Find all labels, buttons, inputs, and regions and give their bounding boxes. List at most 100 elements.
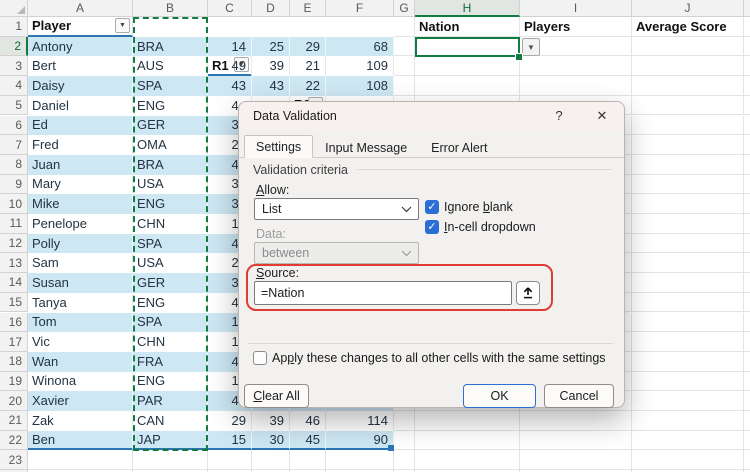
cell-B22[interactable]: JAP — [133, 431, 208, 451]
cell-J6[interactable] — [632, 116, 744, 136]
cell-D4[interactable]: 43 — [252, 76, 290, 96]
cell-J8[interactable] — [632, 155, 744, 175]
cell-B12[interactable]: SPA — [133, 234, 208, 254]
cell-K13[interactable] — [744, 253, 750, 273]
cell-J11[interactable] — [632, 214, 744, 234]
cell-K23[interactable] — [744, 450, 750, 470]
cancel-button[interactable]: Cancel — [544, 384, 614, 408]
cell-G2[interactable] — [394, 37, 415, 57]
cell-A8[interactable]: Juan — [28, 155, 133, 175]
cell-F22[interactable]: 90 — [326, 431, 394, 451]
row-header-13[interactable]: 13 — [0, 253, 28, 273]
cell-A6[interactable]: Ed — [28, 116, 133, 136]
row-header-21[interactable]: 21 — [0, 411, 28, 431]
cell-G4[interactable] — [394, 76, 415, 96]
cell-A13[interactable]: Sam — [28, 253, 133, 273]
row-header-9[interactable]: 9 — [0, 175, 28, 195]
row-header-11[interactable]: 11 — [0, 214, 28, 234]
cell-A19[interactable]: Winona — [28, 372, 133, 392]
cell-K9[interactable] — [744, 175, 750, 195]
cell-K2[interactable] — [744, 37, 750, 57]
cell-B13[interactable]: USA — [133, 253, 208, 273]
cell-B3[interactable]: AUS — [133, 56, 208, 76]
cell-K3[interactable] — [744, 56, 750, 76]
ignore-blank-checkbox[interactable]: ✓ — [425, 200, 439, 214]
cell-C2[interactable]: 14 — [208, 37, 252, 57]
cell-C3[interactable]: 49 — [208, 56, 252, 76]
row-header-18[interactable]: 18 — [0, 352, 28, 372]
cell-B2[interactable]: BRA — [133, 37, 208, 57]
cell-J3[interactable] — [632, 56, 744, 76]
cell-J17[interactable] — [632, 332, 744, 352]
cell-F4[interactable]: 108 — [326, 76, 394, 96]
cell-B17[interactable]: CHN — [133, 332, 208, 352]
row-header-17[interactable]: 17 — [0, 332, 28, 352]
collapse-dialog-button[interactable] — [516, 281, 540, 305]
cell-C22[interactable]: 15 — [208, 431, 252, 451]
cell-A16[interactable]: Tom — [28, 313, 133, 333]
column-header-F[interactable]: F — [326, 0, 394, 17]
cell-E22[interactable]: 45 — [290, 431, 326, 451]
column-header-B[interactable]: B — [133, 0, 208, 17]
cell-J22[interactable] — [632, 431, 744, 451]
cell-A10[interactable]: Mike — [28, 194, 133, 214]
cell-J9[interactable] — [632, 175, 744, 195]
column-header-E[interactable]: E — [290, 0, 326, 17]
cell-A15[interactable]: Tanya — [28, 293, 133, 313]
column-header-sliver[interactable] — [744, 0, 750, 17]
cell-A14[interactable]: Susan — [28, 273, 133, 293]
cell-K18[interactable] — [744, 352, 750, 372]
cell-B20[interactable]: PAR — [133, 391, 208, 411]
cell-K10[interactable] — [744, 194, 750, 214]
select-all-corner[interactable] — [0, 0, 28, 17]
cell-F2[interactable]: 68 — [326, 37, 394, 57]
cell-B5[interactable]: ENG — [133, 96, 208, 116]
cell-J18[interactable] — [632, 352, 744, 372]
cell-K22[interactable] — [744, 431, 750, 451]
column-header-D[interactable]: D — [252, 0, 290, 17]
cell-K8[interactable] — [744, 155, 750, 175]
help-icon[interactable]: ? — [549, 102, 569, 130]
row-header-3[interactable]: 3 — [0, 56, 28, 76]
in-cell-dropdown-checkbox[interactable]: ✓ — [425, 220, 439, 234]
selected-cell-H2[interactable] — [415, 37, 520, 58]
cell-A7[interactable]: Fred — [28, 135, 133, 155]
cell-G22[interactable] — [394, 431, 415, 451]
cell-B21[interactable]: CAN — [133, 411, 208, 431]
cell-D21[interactable]: 39 — [252, 411, 290, 431]
cell-K6[interactable] — [744, 116, 750, 136]
cell-H3[interactable] — [415, 56, 520, 76]
cell-A3[interactable]: Bert — [28, 56, 133, 76]
cell-K15[interactable] — [744, 293, 750, 313]
cell-J4[interactable] — [632, 76, 744, 96]
cell-A5[interactable]: Daniel — [28, 96, 133, 116]
cell-D3[interactable]: 39 — [252, 56, 290, 76]
row-header-22[interactable]: 22 — [0, 431, 28, 451]
cell-F3[interactable]: 109 — [326, 56, 394, 76]
column-header-C[interactable]: C — [208, 0, 252, 17]
cell-A9[interactable]: Mary — [28, 175, 133, 195]
cell-C21[interactable]: 29 — [208, 411, 252, 431]
cell-G23[interactable] — [394, 450, 415, 470]
cell-G21[interactable] — [394, 411, 415, 431]
column-header-H[interactable]: H — [415, 0, 520, 17]
cell-I23[interactable] — [520, 450, 632, 470]
row-header-23[interactable]: 23 — [0, 450, 28, 470]
cell-J13[interactable] — [632, 253, 744, 273]
row-header-6[interactable]: 6 — [0, 116, 28, 136]
cell-D2[interactable]: 25 — [252, 37, 290, 57]
cell-G1[interactable] — [394, 17, 415, 37]
apply-changes-checkbox[interactable] — [253, 351, 267, 365]
cell-A4[interactable]: Daisy — [28, 76, 133, 96]
cell-J19[interactable] — [632, 372, 744, 392]
cell-B6[interactable]: GER — [133, 116, 208, 136]
cell-I3[interactable] — [520, 56, 632, 76]
row-header-7[interactable]: 7 — [0, 135, 28, 155]
cell-J7[interactable] — [632, 135, 744, 155]
cell-A11[interactable]: Penelope — [28, 214, 133, 234]
cell-H21[interactable] — [415, 411, 520, 431]
cell-A22[interactable]: Ben — [28, 431, 133, 451]
cell-J20[interactable] — [632, 391, 744, 411]
allow-dropdown[interactable]: List — [254, 198, 419, 220]
cell-B15[interactable]: ENG — [133, 293, 208, 313]
